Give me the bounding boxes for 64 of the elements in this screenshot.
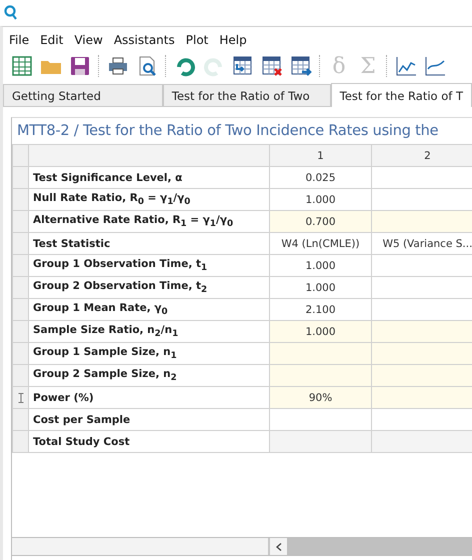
row-label: Test Significance Level, α [28, 166, 270, 188]
row-label: Group 1 Sample Size, n$_{1}$ [28, 342, 270, 364]
app-logo-icon [4, 5, 18, 21]
table-import-icon[interactable] [232, 55, 254, 77]
value-cell[interactable]: 1.000 [270, 320, 372, 342]
menu-item[interactable]: Assistants [110, 33, 181, 47]
value-cell[interactable]: 1.000 [270, 188, 372, 210]
row-label: Total Study Cost [28, 430, 270, 452]
document-tab[interactable]: Test for the Ratio of T [330, 83, 472, 107]
row-label: Sample Size Ratio, n$_{2}$/n$_{1}$ [28, 320, 270, 342]
value-cell[interactable] [372, 408, 472, 430]
value-cell[interactable]: 0.025 [270, 166, 372, 188]
value-cell[interactable] [270, 342, 372, 364]
table-export-icon[interactable] [290, 55, 312, 77]
value-cell[interactable]: W4 (Ln(CMLE)) [270, 232, 372, 254]
row-label: Alternative Rate Ratio, R$_{1}$ = γ$_{1}$/γ$_{0}$ [28, 210, 270, 232]
printer-icon[interactable] [107, 55, 129, 77]
document-tab[interactable]: Test for the Ratio of Two [162, 84, 331, 106]
spreadsheet-icon[interactable] [11, 55, 33, 77]
menu-item[interactable]: Plot [182, 33, 214, 47]
column-header: 1 [270, 144, 372, 166]
value-cell[interactable] [270, 430, 372, 452]
value-cell[interactable] [372, 166, 472, 188]
row-label: Group 2 Sample Size, n$_{2}$ [28, 364, 270, 386]
row-label: Group 1 Observation Time, t$_{1}$ [28, 254, 270, 276]
menu-item[interactable]: View [70, 33, 109, 47]
row-label: Power (%) [28, 386, 270, 408]
value-cell[interactable]: 1.000 [270, 276, 372, 298]
value-cell[interactable]: W5 (Variance S... [372, 232, 472, 254]
value-cell[interactable] [372, 188, 472, 210]
value-cell[interactable]: 90% [270, 386, 372, 408]
row-label: Group 2 Observation Time, t$_{2}$ [28, 276, 270, 298]
area-chart-icon[interactable] [424, 55, 446, 77]
value-cell[interactable] [372, 320, 472, 342]
row-label: Null Rate Ratio, R$_{0}$ = γ$_{1}$/γ$_{0}$ [28, 188, 270, 210]
value-cell[interactable] [372, 210, 472, 232]
value-cell[interactable]: 2.100 [270, 298, 372, 320]
row-label: Test Statistic [28, 232, 270, 254]
value-cell[interactable] [372, 364, 472, 386]
text-cursor-icon [18, 392, 24, 402]
value-cell[interactable]: 0.700 [270, 210, 372, 232]
save-icon[interactable] [69, 55, 91, 77]
undo-icon[interactable] [174, 55, 196, 77]
line-chart-icon[interactable] [395, 55, 417, 77]
panel-title: MTT8-2 / Test for the Ratio of Two Incidence Rates using the [16, 122, 440, 141]
value-cell[interactable] [270, 364, 372, 386]
document-tab[interactable]: Getting Started [3, 84, 163, 106]
menu-item[interactable]: Help [215, 33, 253, 47]
row-label: Cost per Sample [28, 408, 270, 430]
value-cell[interactable] [372, 430, 472, 452]
menu-item[interactable]: File [5, 33, 36, 47]
scrollbar-thumb[interactable] [287, 538, 472, 555]
value-cell[interactable] [372, 342, 472, 364]
value-cell[interactable] [372, 386, 472, 408]
value-cell[interactable] [270, 408, 372, 430]
value-cell[interactable] [372, 276, 472, 298]
table-delete-icon[interactable] [261, 55, 283, 77]
value-cell[interactable]: 1.000 [270, 254, 372, 276]
column-header: 2 [372, 144, 472, 166]
row-label: Group 1 Mean Rate, γ$_{0}$ [28, 298, 270, 320]
value-cell[interactable] [372, 298, 472, 320]
menu-item[interactable]: Edit [36, 33, 70, 47]
value-cell[interactable] [372, 254, 472, 276]
scroll-left-icon[interactable] [276, 542, 282, 550]
